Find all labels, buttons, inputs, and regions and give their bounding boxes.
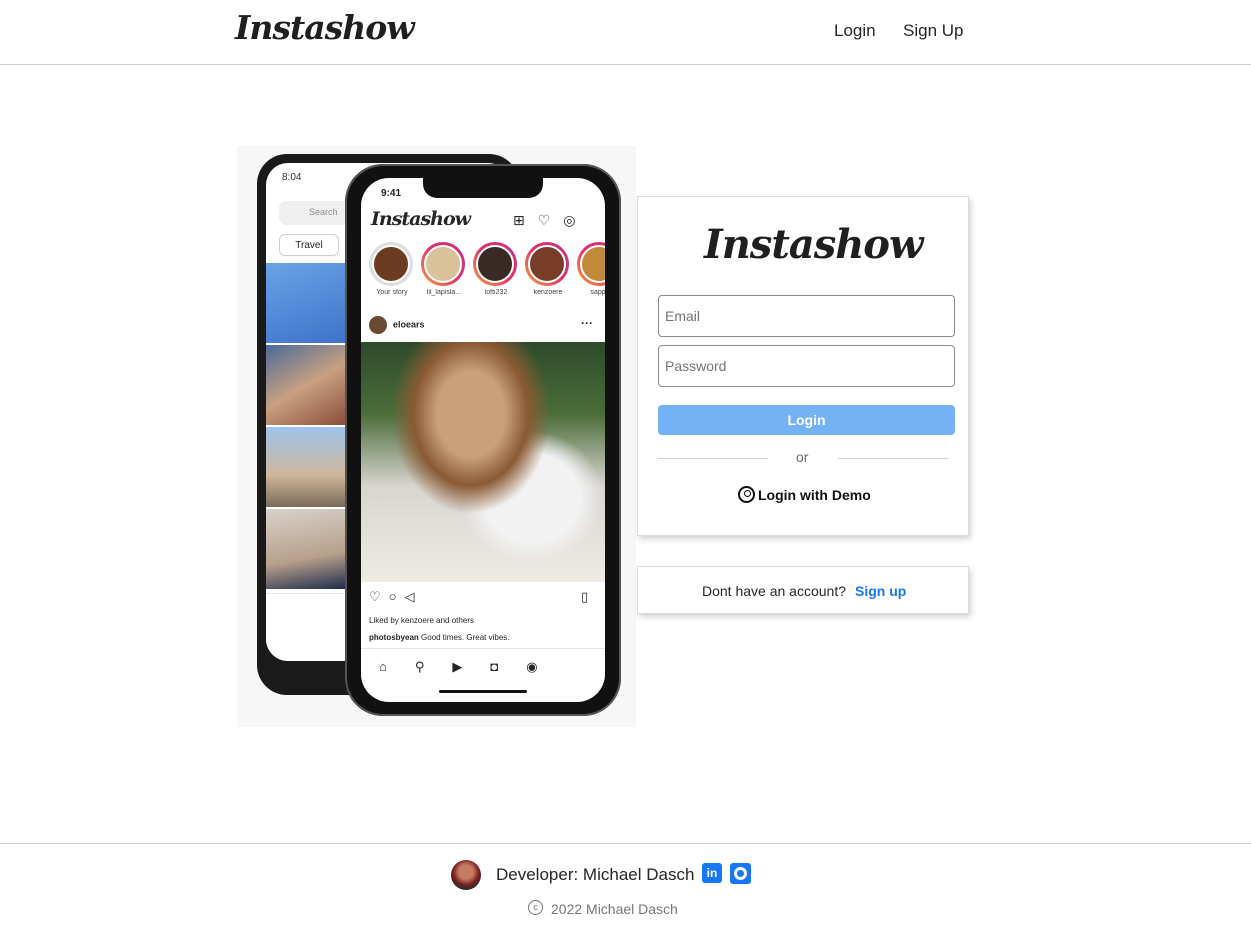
post-image	[361, 342, 605, 582]
caption-user: photosbyean	[369, 633, 419, 642]
nav-signup-link[interactable]: Sign Up	[903, 21, 963, 41]
stories-row: Your story lil_lapisla... lofti232 kenzo…	[369, 242, 605, 302]
developer-credit: Developer: Michael Dasch	[496, 865, 695, 884]
post-header: eloears	[369, 316, 425, 334]
explore-tile	[266, 263, 348, 343]
bookmark-icon: ▯	[581, 589, 589, 604]
more-icon: ···	[581, 316, 593, 330]
footer: Developer: Michael Dasch in c 2022 Micha…	[0, 843, 1251, 933]
post-avatar	[369, 316, 387, 334]
login-with-demo-button[interactable]: Login with Demo	[738, 486, 871, 503]
linkedin-icon[interactable]: in	[702, 863, 722, 883]
back-phone-time: 8:04	[282, 172, 302, 183]
story-item: sapph	[577, 242, 605, 296]
login-card-logo: Instashow	[704, 221, 923, 268]
story-item: lofti232	[473, 242, 519, 296]
divider-line	[838, 458, 948, 459]
front-phone-screen: 9:41 Instashow ⊞♡◎ Your story lil_lapisl…	[361, 178, 605, 702]
copyright-text: 2022 Michael Dasch	[551, 901, 678, 917]
phone-notch	[423, 178, 543, 198]
top-navbar: Instashow Login Sign Up	[0, 0, 1251, 65]
home-indicator	[439, 690, 527, 693]
post-caption: photosbyean Good times. Great vibes.	[369, 633, 510, 642]
story-item: kenzoere	[525, 242, 571, 296]
front-phone: 9:41 Instashow ⊞♡◎ Your story lil_lapisl…	[345, 164, 621, 716]
no-account-text: Dont have an account?	[702, 583, 846, 599]
email-field[interactable]	[658, 295, 955, 337]
password-field[interactable]	[658, 345, 955, 387]
developer-avatar	[451, 860, 481, 890]
front-phone-logo: Instashow	[371, 208, 471, 230]
story-item: lil_lapisla...	[421, 242, 467, 296]
back-phone-chip: Travel	[279, 234, 339, 256]
login-card: Instashow Login or Login with Demo	[637, 196, 969, 536]
front-phone-header-icons: ⊞♡◎	[513, 212, 589, 228]
copyright-icon: c	[528, 900, 543, 915]
front-phone-nav-icons: ⌂⚲▶◘◉	[361, 648, 605, 702]
front-phone-time: 9:41	[381, 188, 402, 199]
phones-mockup-image: 8:04 Search Travel 9:41 Instashow ⊞♡◎ Yo…	[237, 146, 636, 727]
explore-tile	[266, 509, 348, 589]
signup-link[interactable]: Sign up	[855, 583, 906, 599]
nav-login-link[interactable]: Login	[834, 21, 876, 41]
login-button[interactable]: Login	[658, 405, 955, 435]
user-circle-icon	[738, 486, 755, 503]
divider-or: or	[796, 449, 809, 465]
post-username: eloears	[393, 319, 425, 330]
explore-tile	[266, 345, 348, 425]
post-likes: Liked by kenzoere and others	[369, 616, 474, 625]
demo-label: Login with Demo	[758, 487, 871, 503]
divider-line	[658, 458, 768, 459]
story-item: Your story	[369, 242, 415, 296]
brand-logo[interactable]: Instashow	[235, 8, 415, 47]
explore-tile	[266, 427, 348, 507]
post-action-icons: ♡○◁	[369, 589, 423, 604]
signup-card: Dont have an account? Sign up	[637, 566, 969, 614]
github-icon[interactable]	[730, 863, 751, 884]
caption-text: Good times. Great vibes.	[421, 633, 510, 642]
